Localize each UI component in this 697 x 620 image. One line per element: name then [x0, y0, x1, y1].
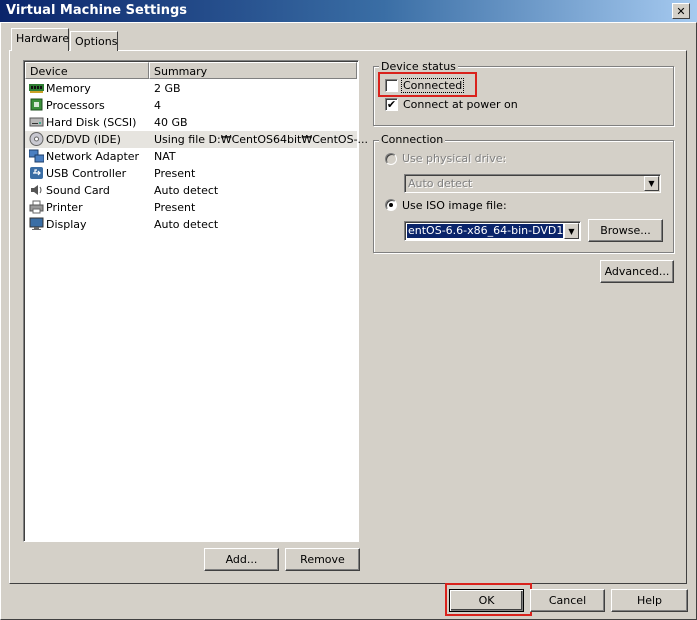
column-header-summary[interactable]: Summary — [149, 62, 357, 79]
device-summary: 2 GB — [154, 82, 181, 95]
device-row-processors[interactable]: Processors 4 — [25, 97, 357, 114]
physical-drive-value: Auto detect — [408, 177, 473, 190]
device-name: Printer — [46, 201, 83, 214]
sound-card-icon — [31, 185, 42, 195]
device-row-cd-dvd[interactable]: CD/DVD (IDE) Using file D:₩CentOS64bit₩C… — [25, 131, 368, 148]
browse-button[interactable]: Browse... — [588, 219, 663, 242]
device-name: CD/DVD (IDE) — [46, 133, 121, 146]
remove-button[interactable]: Remove — [285, 548, 360, 571]
cancel-button-label: Cancel — [548, 594, 587, 607]
physical-drive-select[interactable]: Auto detect ▼ — [404, 174, 661, 193]
device-summary: 40 GB — [154, 116, 188, 129]
memory-icon — [29, 84, 44, 93]
device-row-printer[interactable]: Printer Present — [25, 199, 357, 216]
device-name: Sound Card — [46, 184, 110, 197]
checkmark-icon: ✔ — [386, 98, 397, 111]
help-button[interactable]: Help — [611, 589, 688, 612]
connect-at-power-on-label[interactable]: Connect at power on — [403, 98, 518, 111]
device-summary: 4 — [154, 99, 161, 112]
connect-at-power-on-checkbox[interactable]: ✔ — [385, 98, 398, 111]
printer-icon — [29, 200, 44, 214]
iso-image-label[interactable]: Use ISO image file: — [402, 199, 507, 212]
connected-highlight — [378, 72, 477, 97]
device-name: Processors — [46, 99, 105, 112]
browse-button-label: Browse... — [600, 224, 651, 237]
device-name: USB Controller — [46, 167, 127, 180]
device-row-hard-disk[interactable]: Hard Disk (SCSI) 40 GB — [25, 114, 357, 131]
chevron-down-icon[interactable]: ▼ — [564, 223, 579, 239]
device-summary: Using file D:₩CentOS64bit₩CentOS-... — [154, 133, 369, 146]
tab-options-label: Options — [75, 35, 118, 48]
network-adapter-icon — [29, 149, 44, 163]
chevron-down-icon[interactable]: ▼ — [644, 176, 659, 191]
device-summary: Present — [154, 167, 196, 180]
cd-dvd-icon — [29, 132, 44, 146]
device-summary: Auto detect — [154, 218, 219, 231]
hard-disk-icon — [29, 117, 44, 127]
advanced-button-label: Advanced... — [604, 265, 670, 278]
device-row-usb-controller[interactable]: USB Controller Present — [25, 165, 357, 182]
close-button[interactable]: ✕ — [672, 3, 690, 19]
iso-file-select[interactable]: entOS-6.6-x86_64-bin-DVD1.iso ▼ — [404, 221, 581, 241]
device-name: Network Adapter — [46, 150, 140, 163]
ok-highlight — [445, 583, 532, 616]
connection-label: Connection — [379, 133, 446, 146]
processor-icon — [30, 98, 43, 111]
device-name: Hard Disk (SCSI) — [46, 116, 137, 129]
device-summary: Present — [154, 201, 196, 214]
device-row-display[interactable]: Display Auto detect — [25, 216, 357, 233]
device-row-sound-card[interactable]: Sound Card Auto detect — [25, 182, 357, 199]
tab-hardware-label: Hardware — [16, 32, 70, 45]
device-row-memory[interactable]: Memory 2 GB — [25, 80, 357, 97]
display-icon — [29, 217, 44, 230]
device-list[interactable]: Device Summary Memory 2 GB Processors 4 … — [23, 60, 368, 542]
advanced-button[interactable]: Advanced... — [600, 260, 674, 283]
column-header-device[interactable]: Device — [25, 62, 149, 79]
tab-options[interactable]: Options — [70, 31, 118, 51]
window-title: Virtual Machine Settings — [6, 3, 188, 18]
cancel-button[interactable]: Cancel — [530, 589, 605, 612]
remove-button-label: Remove — [300, 553, 345, 566]
add-button-label: Add... — [225, 553, 258, 566]
iso-file-value[interactable]: entOS-6.6-x86_64-bin-DVD1.iso — [407, 224, 563, 238]
add-button[interactable]: Add... — [204, 548, 279, 571]
close-icon: ✕ — [676, 4, 686, 18]
physical-drive-label: Use physical drive: — [402, 152, 507, 165]
iso-image-radio[interactable] — [385, 199, 397, 211]
device-name: Memory — [46, 82, 91, 95]
physical-drive-radio[interactable] — [385, 153, 397, 165]
device-summary: Auto detect — [154, 184, 219, 197]
device-summary: NAT — [154, 150, 176, 163]
device-row-network-adapter[interactable]: Network Adapter NAT — [25, 148, 357, 165]
usb-icon — [30, 167, 43, 179]
device-name: Display — [46, 218, 87, 231]
help-button-label: Help — [636, 594, 663, 607]
tab-hardware[interactable]: Hardware — [11, 28, 69, 51]
